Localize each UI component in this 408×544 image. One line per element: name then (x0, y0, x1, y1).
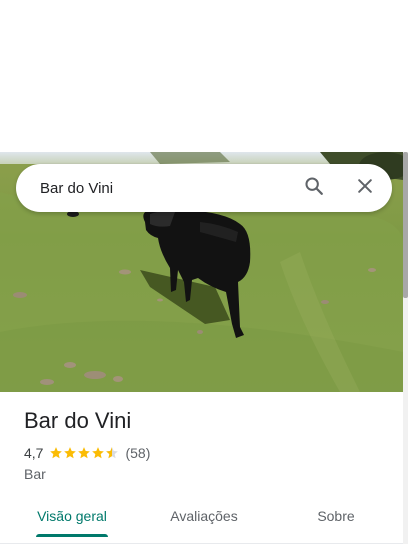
place-tabs: Visão geral Avaliações Sobre (0, 494, 403, 544)
search-icon (303, 175, 325, 202)
rating-value: 4,7 (24, 445, 44, 461)
scrollbar[interactable] (403, 152, 408, 544)
review-count-link[interactable]: (58) (125, 445, 150, 461)
star-rating (49, 446, 119, 460)
star-icon (92, 447, 105, 459)
maps-place-panel: Bar do Vini 4,7 (58) Bar Visão geral Ava… (0, 0, 408, 544)
active-tab-indicator (36, 534, 108, 537)
clear-search-button[interactable] (349, 172, 381, 204)
star-icon (64, 447, 77, 459)
scrollbar-thumb[interactable] (403, 152, 408, 298)
search-box[interactable] (16, 164, 392, 212)
place-category[interactable]: Bar (24, 466, 46, 482)
place-title: Bar do Vini (24, 408, 132, 433)
tab-overview[interactable]: Visão geral (24, 494, 120, 538)
star-half-icon (106, 447, 119, 459)
star-icon (78, 447, 91, 459)
star-icon (50, 447, 63, 459)
close-icon (355, 176, 375, 201)
tab-reviews[interactable]: Avaliações (150, 494, 258, 538)
tab-about[interactable]: Sobre (296, 494, 376, 538)
rating-row: 4,7 (58) (24, 444, 150, 462)
search-button[interactable] (298, 172, 330, 204)
search-input[interactable] (40, 164, 290, 212)
